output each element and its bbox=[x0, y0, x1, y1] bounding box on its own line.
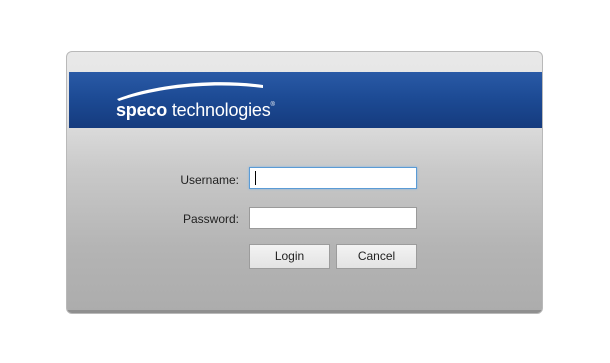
login-button[interactable]: Login bbox=[249, 244, 330, 269]
cancel-button[interactable]: Cancel bbox=[336, 244, 417, 269]
username-label: Username: bbox=[180, 173, 239, 187]
logo-brand-bold: speco bbox=[116, 100, 168, 120]
password-input[interactable] bbox=[249, 207, 417, 229]
header-banner: speco technologies® bbox=[69, 72, 542, 128]
logo-brand-light: technologies bbox=[167, 100, 271, 120]
logo-wordmark: speco technologies® bbox=[116, 100, 275, 121]
speco-logo: speco technologies® bbox=[115, 80, 275, 120]
username-input[interactable] bbox=[249, 167, 417, 189]
login-panel: speco technologies® Username: Password: … bbox=[66, 51, 543, 314]
logo-trademark: ® bbox=[270, 102, 275, 108]
password-label: Password: bbox=[182, 212, 239, 226]
panel-bottom-border bbox=[67, 310, 542, 313]
text-cursor bbox=[255, 171, 256, 185]
logo-swoosh-icon bbox=[117, 82, 263, 101]
